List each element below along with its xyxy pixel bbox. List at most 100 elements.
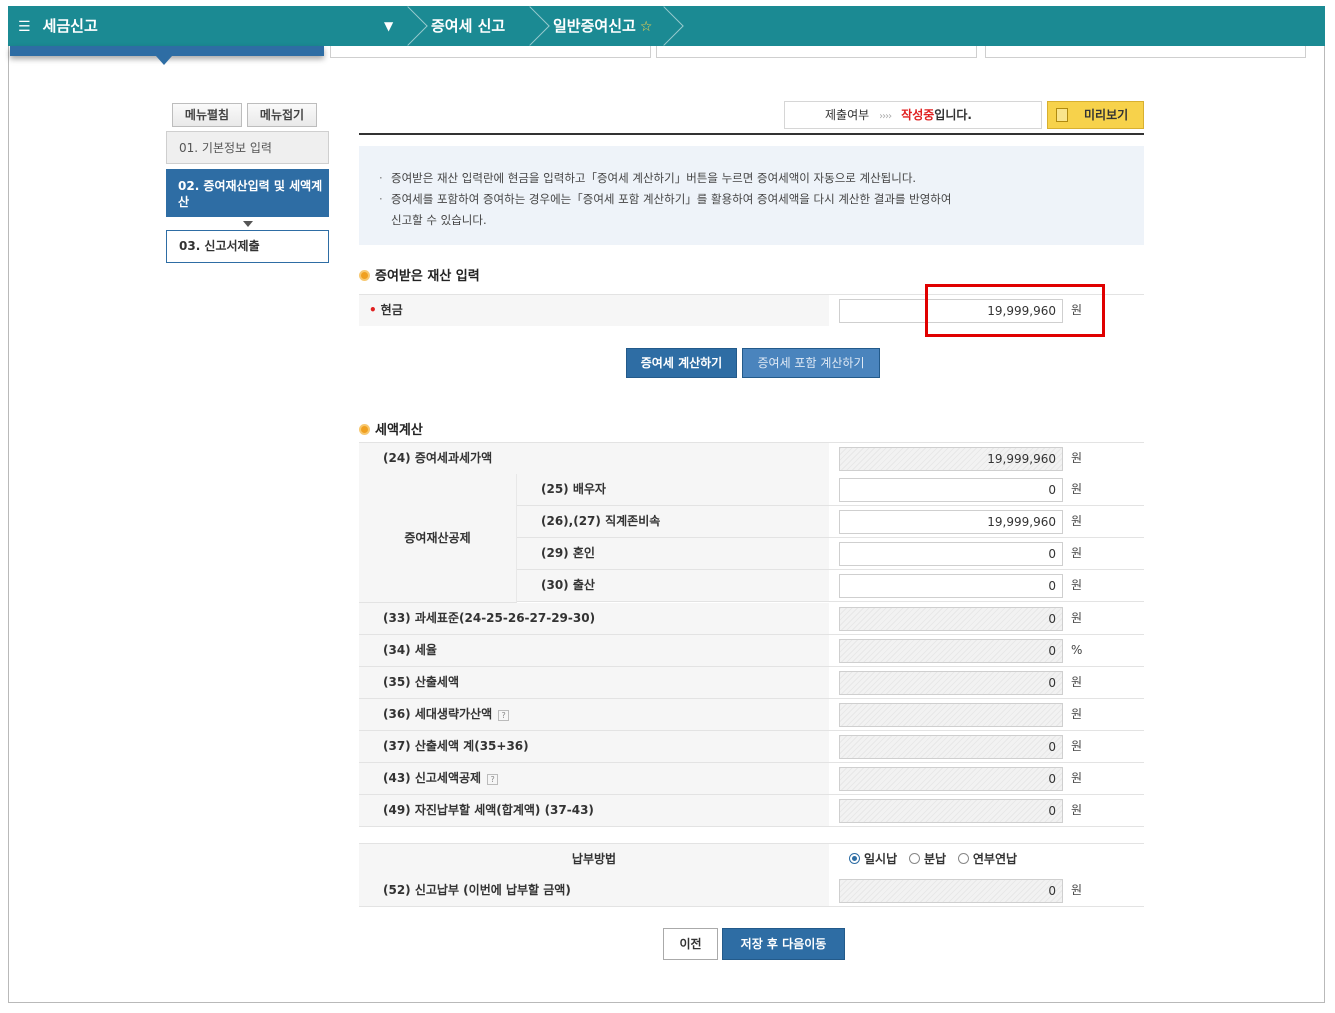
unit-label: 원 [1071, 803, 1083, 817]
readonly-value: 0 [839, 607, 1063, 631]
step-basic-info[interactable]: 01. 기본정보 입력 [166, 131, 329, 164]
unit-label: 원 [1071, 578, 1083, 592]
dropdown-pointer [156, 56, 172, 65]
radio-icon[interactable] [908, 853, 920, 864]
row-label: (36) 세대생략가산액? [359, 699, 829, 730]
tax-row-37: (37) 산출세액 계(35+36) 0원 [359, 731, 1144, 763]
step-asset-tax-calc[interactable]: 02. 증여재산입력 및 세액계산 [166, 169, 329, 217]
row-label: (29) 혼인 [517, 538, 829, 569]
option-label: 일시납 [864, 852, 898, 866]
notice-item: 증여세를 포함하여 증여하는 경우에는「증여세 포함 계산하기」를 활용하여 증… [379, 189, 1144, 210]
prev-button[interactable]: 이전 [663, 928, 718, 960]
calc-incl-gift-tax-button[interactable]: 증여세 포함 계산하기 [742, 348, 880, 378]
menu-dropdown-bar [10, 46, 324, 56]
option-label: 분납 [923, 852, 947, 866]
menu-expand-button[interactable]: 메뉴펼침 [172, 103, 242, 127]
cash-label-text: 현금 [380, 303, 403, 317]
step-submit[interactable]: 03. 신고서제출 [166, 230, 329, 263]
asset-section-title: 증여받은 재산 입력 [359, 265, 480, 284]
deduction-group-label: 증여재산공제 [359, 474, 517, 603]
menu-collapse-button[interactable]: 메뉴접기 [247, 103, 317, 127]
row-label-text: (43) 신고세액공제 [383, 771, 482, 785]
radio-deferred[interactable]: 연부연납 [957, 852, 1018, 866]
row-label: (52) 신고납부 (이번에 납부할 금액) [359, 875, 829, 906]
row-label: (34) 세율 [359, 635, 829, 666]
tax-row-24: (24) 증여세과세가액 19,999,960 원 [359, 442, 1144, 474]
preview-button[interactable]: 미리보기 [1047, 101, 1144, 129]
help-icon[interactable]: ? [498, 710, 510, 721]
readonly-value: 0 [839, 639, 1063, 663]
unit-label: 원 [1071, 675, 1083, 689]
breadcrumb-general-gift-label: 일반증여신고 [553, 17, 636, 35]
readonly-value: 0 [839, 671, 1063, 695]
radio-icon[interactable] [957, 853, 969, 864]
unit-label: 원 [1071, 514, 1083, 528]
readonly-value: 0 [839, 735, 1063, 759]
notice-box: 증여받은 재산 입력란에 현금을 입력하고「증여세 계산하기」버튼을 누르면 증… [359, 146, 1144, 245]
marriage-deduction-input[interactable]: 0 [839, 542, 1063, 566]
unit-label: % [1071, 643, 1083, 657]
unit-label: 원 [1071, 482, 1083, 496]
status-state: 작성중 [901, 108, 935, 122]
unit-label: 원 [1071, 707, 1083, 721]
row-label: (33) 과세표준(24-25-26-27-29-30) [359, 603, 829, 634]
tax-row-25: (25) 배우자 0원 [517, 474, 1144, 506]
payment-options: 일시납 분납 연부연납 [829, 844, 1144, 875]
bullet-icon [359, 270, 370, 281]
menu-title[interactable]: ☰ 세금신고 [18, 6, 98, 46]
row-label: (43) 신고세액공제? [359, 763, 829, 794]
lineal-deduction-input[interactable]: 19,999,960 [839, 510, 1063, 534]
row-label: (35) 산출세액 [359, 667, 829, 698]
tax-section-title-text: 세액계산 [375, 423, 423, 438]
app-title: 세금신고 [42, 17, 98, 35]
tax-row-26-27: (26),(27) 직계존비속 19,999,960 원 [517, 506, 1144, 538]
readonly-value [839, 703, 1063, 727]
tax-row-34: (34) 세율 0% [359, 635, 1144, 667]
radio-lump-sum[interactable]: 일시납 [849, 852, 897, 866]
submenu-box [656, 46, 977, 58]
radio-selected-icon[interactable] [849, 853, 860, 864]
top-navigation-bar: ☰ 세금신고 ▼ 증여세 신고 일반증여신고 ☆ [8, 6, 1325, 46]
divider [359, 133, 1144, 135]
required-mark: • [369, 303, 377, 317]
help-icon[interactable]: ? [487, 774, 499, 785]
breadcrumb-separator [388, 6, 428, 46]
hamburger-icon[interactable]: ☰ [18, 19, 31, 35]
bullet-icon [359, 424, 370, 435]
tax-row-35: (35) 산출세액 0원 [359, 667, 1144, 699]
spouse-deduction-input[interactable]: 0 [839, 478, 1063, 502]
payment-method-label: 납부방법 [359, 844, 829, 875]
tax-row-29: (29) 혼인 0원 [517, 538, 1144, 570]
status-label: 제출여부 [825, 108, 870, 122]
unit-label: 원 [1071, 883, 1083, 897]
calc-gift-tax-button[interactable]: 증여세 계산하기 [626, 348, 737, 378]
submenu-box [985, 46, 1306, 58]
tax-section-title: 세액계산 [359, 419, 423, 438]
submission-status: 제출여부 ›››› 작성중입니다. [784, 101, 1042, 129]
birth-deduction-input[interactable]: 0 [839, 574, 1063, 598]
unit-label: 원 [1071, 451, 1083, 465]
notice-item: 증여받은 재산 입력란에 현금을 입력하고「증여세 계산하기」버튼을 누르면 증… [379, 168, 1144, 189]
document-icon [1056, 108, 1068, 122]
row-label-text: (36) 세대생략가산액 [383, 707, 493, 721]
breadcrumb-general-gift[interactable]: 일반증여신고 ☆ [553, 6, 652, 46]
save-next-button[interactable]: 저장 후 다음이동 [722, 928, 845, 960]
row-label: (37) 산출세액 계(35+36) [359, 731, 829, 762]
tax-row-36: (36) 세대생략가산액? 원 [359, 699, 1144, 731]
status-arrows: ›››› [879, 111, 892, 122]
unit-label: 원 [1071, 546, 1083, 560]
preview-label: 미리보기 [1084, 108, 1129, 122]
unit-label: 원 [1071, 771, 1083, 785]
option-label: 연부연납 [972, 852, 1018, 866]
readonly-value: 0 [839, 767, 1063, 791]
breadcrumb-gift-tax[interactable]: 증여세 신고 [431, 6, 505, 46]
tax-row-49: (49) 자진납부할 세액(합계액) (37-43) 0원 [359, 795, 1144, 827]
unit-label: 원 [1071, 611, 1083, 625]
tax-row-33: (33) 과세표준(24-25-26-27-29-30) 0원 [359, 603, 1144, 635]
row-label: (26),(27) 직계존비속 [517, 506, 829, 537]
row-label: (25) 배우자 [517, 474, 829, 505]
radio-installment[interactable]: 분납 [908, 852, 947, 866]
asset-section-title-text: 증여받은 재산 입력 [375, 269, 480, 284]
step-arrow-icon [243, 221, 253, 227]
readonly-value: 0 [839, 879, 1063, 903]
